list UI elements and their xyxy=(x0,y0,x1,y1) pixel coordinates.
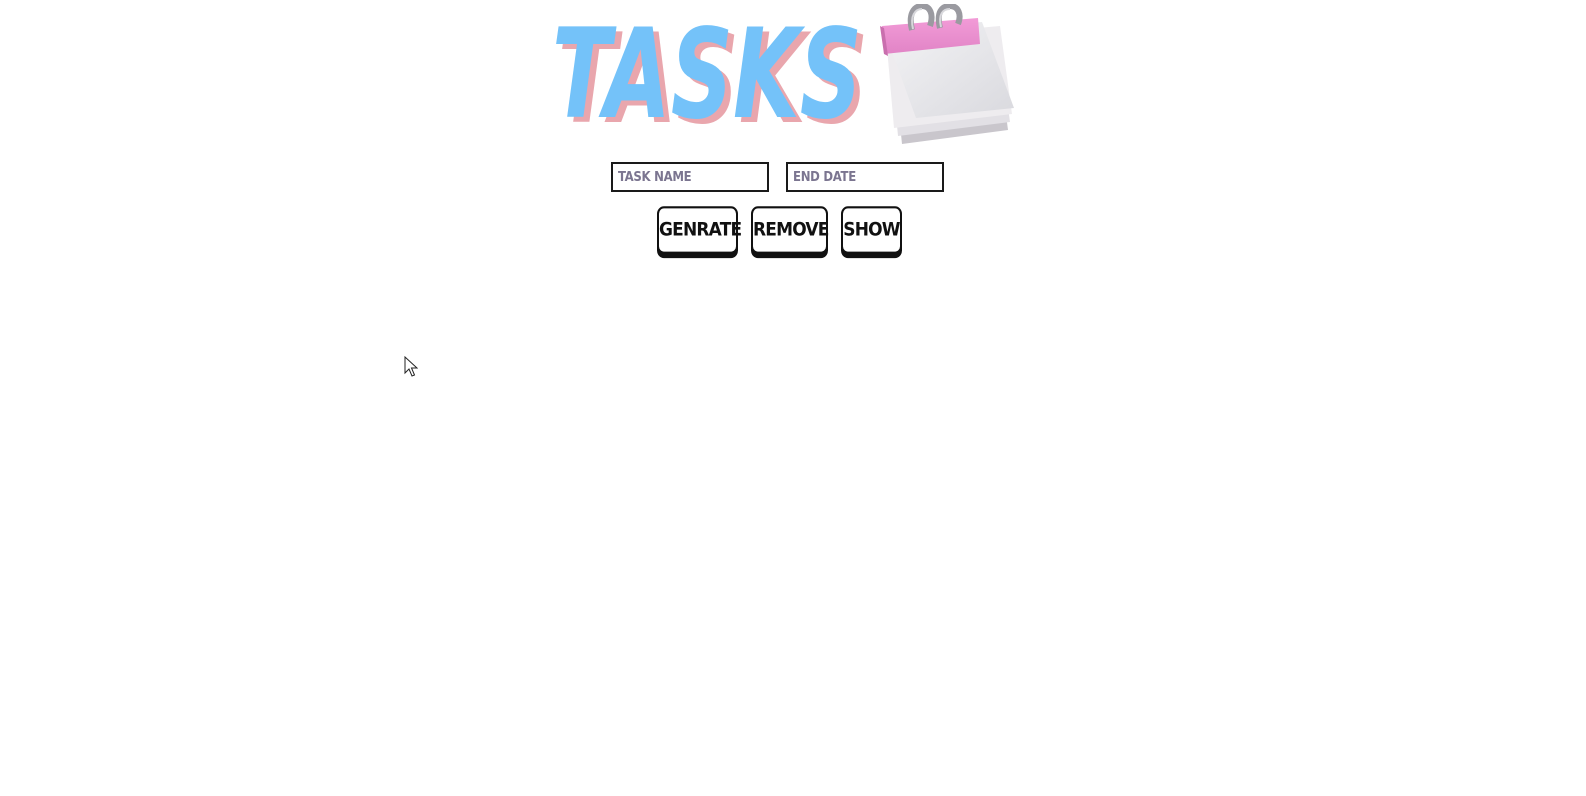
remove-button[interactable]: REMOVE xyxy=(751,206,829,254)
action-buttons: GENRATE REMOVE SHOW xyxy=(657,206,917,258)
header: TASKS TASKS xyxy=(552,2,1022,154)
generate-button[interactable]: GENRATE xyxy=(657,206,742,254)
tasks-title: TASKS xyxy=(552,4,862,134)
calendar-icon xyxy=(880,2,1020,152)
tasks-page: TASKS TASKS TASK NAME END DATE GENRATE R… xyxy=(0,0,1586,796)
task-name-input[interactable] xyxy=(611,162,769,192)
task-form xyxy=(611,162,951,196)
tasks-title-logo: TASKS TASKS xyxy=(552,4,892,134)
mouse-pointer-icon xyxy=(404,355,419,378)
end-date-input[interactable] xyxy=(786,162,944,192)
show-button[interactable]: SHOW xyxy=(841,206,902,254)
